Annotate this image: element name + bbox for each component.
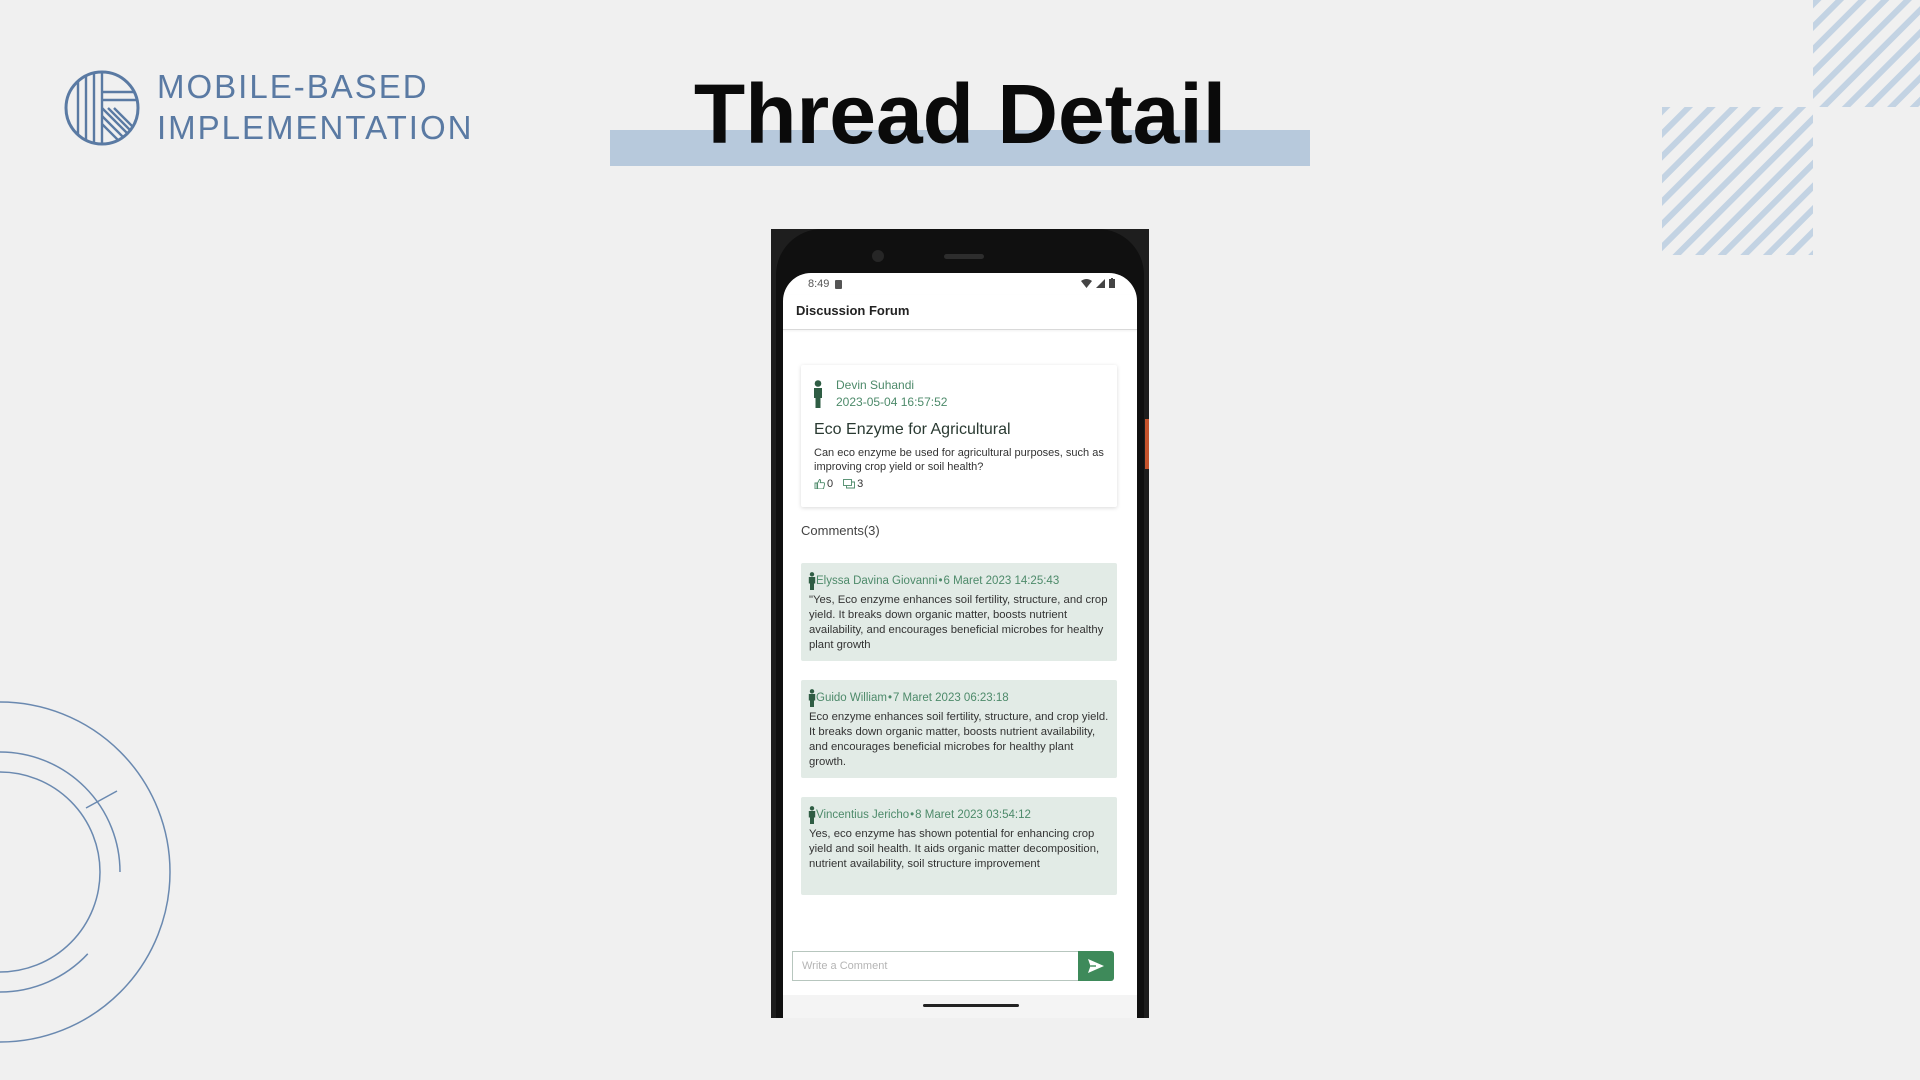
navigation-bar	[783, 995, 1137, 1018]
comment-card: Guido William • 7 Maret 2023 06:23:18 Eco …	[801, 680, 1117, 778]
comment-author: Elyssa Davina Giovanni	[816, 575, 938, 587]
stripe-pattern-top	[1813, 0, 1920, 107]
thread-card[interactable]: Devin Suhandi 2023-05-04 16:57:52 Eco En…	[801, 365, 1117, 507]
battery-icon	[1109, 278, 1115, 288]
home-indicator[interactable]	[923, 1004, 1019, 1007]
signal-icon	[1096, 279, 1106, 288]
person-icon	[808, 806, 816, 824]
speaker-grille	[944, 254, 984, 259]
thread-date: 2023-05-04 16:57:52	[836, 395, 948, 409]
meta-separator: •	[910, 809, 915, 821]
comments-header: Comments(3)	[801, 523, 880, 538]
brand-line-2: IMPLEMENTATION	[157, 109, 474, 146]
comment-date: 8 Maret 2023 03:54:12	[915, 809, 1031, 821]
camera-icon	[872, 250, 884, 262]
slide-title: Thread Detail	[693, 67, 1227, 161]
thread-body: Can eco enzyme be used for agricultural …	[814, 447, 1104, 473]
power-button	[1145, 419, 1149, 469]
logo-icon	[64, 70, 140, 146]
comment-author: Vincentius Jericho	[816, 809, 910, 821]
person-icon	[814, 380, 822, 408]
thread-stats: 0 3	[814, 478, 863, 490]
meta-separator: •	[887, 692, 892, 704]
thread-author[interactable]: Devin Suhandi	[836, 378, 914, 392]
comment-input-wrapper	[792, 951, 1078, 981]
comment-card: Vincentius Jericho • 8 Maret 2023 03:54:12…	[801, 797, 1117, 895]
comment-meta: Vincentius Jericho • 8 Maret 2023 03:54:12	[808, 806, 1031, 824]
sd-card-icon	[835, 280, 842, 289]
comment-meta: Guido William • 7 Maret 2023 06:23:18	[808, 689, 1009, 707]
meta-separator: •	[938, 575, 943, 587]
comment-date: 6 Maret 2023 14:25:43	[943, 575, 1060, 587]
likes-count: 0	[827, 478, 834, 490]
comment-input[interactable]	[800, 952, 1074, 980]
comment-text: Eco enzyme enhances soil fertility, stru…	[809, 711, 1109, 768]
comment-text: Yes, eco enzyme has shown potential for …	[809, 828, 1100, 870]
comment-author: Guido William	[816, 692, 887, 704]
app-bar: Discussion Forum	[783, 295, 1137, 330]
status-bar: 8:49	[783, 273, 1137, 295]
comment-icon[interactable]	[843, 479, 856, 489]
status-time: 8:49	[808, 278, 830, 290]
comment-card: Elyssa Davina Giovanni • 6 Maret 2023 14:2…	[801, 563, 1117, 661]
thumbs-up-icon[interactable]	[814, 479, 825, 489]
stripe-pattern-bottom	[1662, 107, 1813, 255]
comment-text: "Yes, Eco enzyme enhances soil fertility…	[809, 594, 1108, 651]
phone-mockup: 8:49 Discussion Forum Devin Suhandi 2023…	[771, 229, 1149, 1018]
thread-title: Eco Enzyme for Agricultural	[814, 421, 1011, 438]
arc-decoration	[0, 701, 171, 1043]
brand-name: MOBILE-BASED IMPLEMENTATION	[157, 66, 473, 148]
comment-date: 7 Maret 2023 06:23:18	[892, 692, 1009, 704]
brand-line-1: MOBILE-BASED	[157, 68, 429, 105]
comment-meta: Elyssa Davina Giovanni • 6 Maret 2023 14:2…	[808, 572, 1059, 590]
app-title: Discussion Forum	[796, 303, 910, 318]
phone-screen: 8:49 Discussion Forum Devin Suhandi 2023…	[783, 273, 1137, 995]
send-button[interactable]	[1078, 951, 1114, 981]
person-icon	[808, 689, 816, 707]
status-icons	[1081, 278, 1115, 291]
comments-count: 3	[857, 478, 864, 490]
wifi-icon	[1081, 279, 1093, 288]
person-icon	[808, 572, 816, 590]
send-icon	[1088, 959, 1104, 973]
